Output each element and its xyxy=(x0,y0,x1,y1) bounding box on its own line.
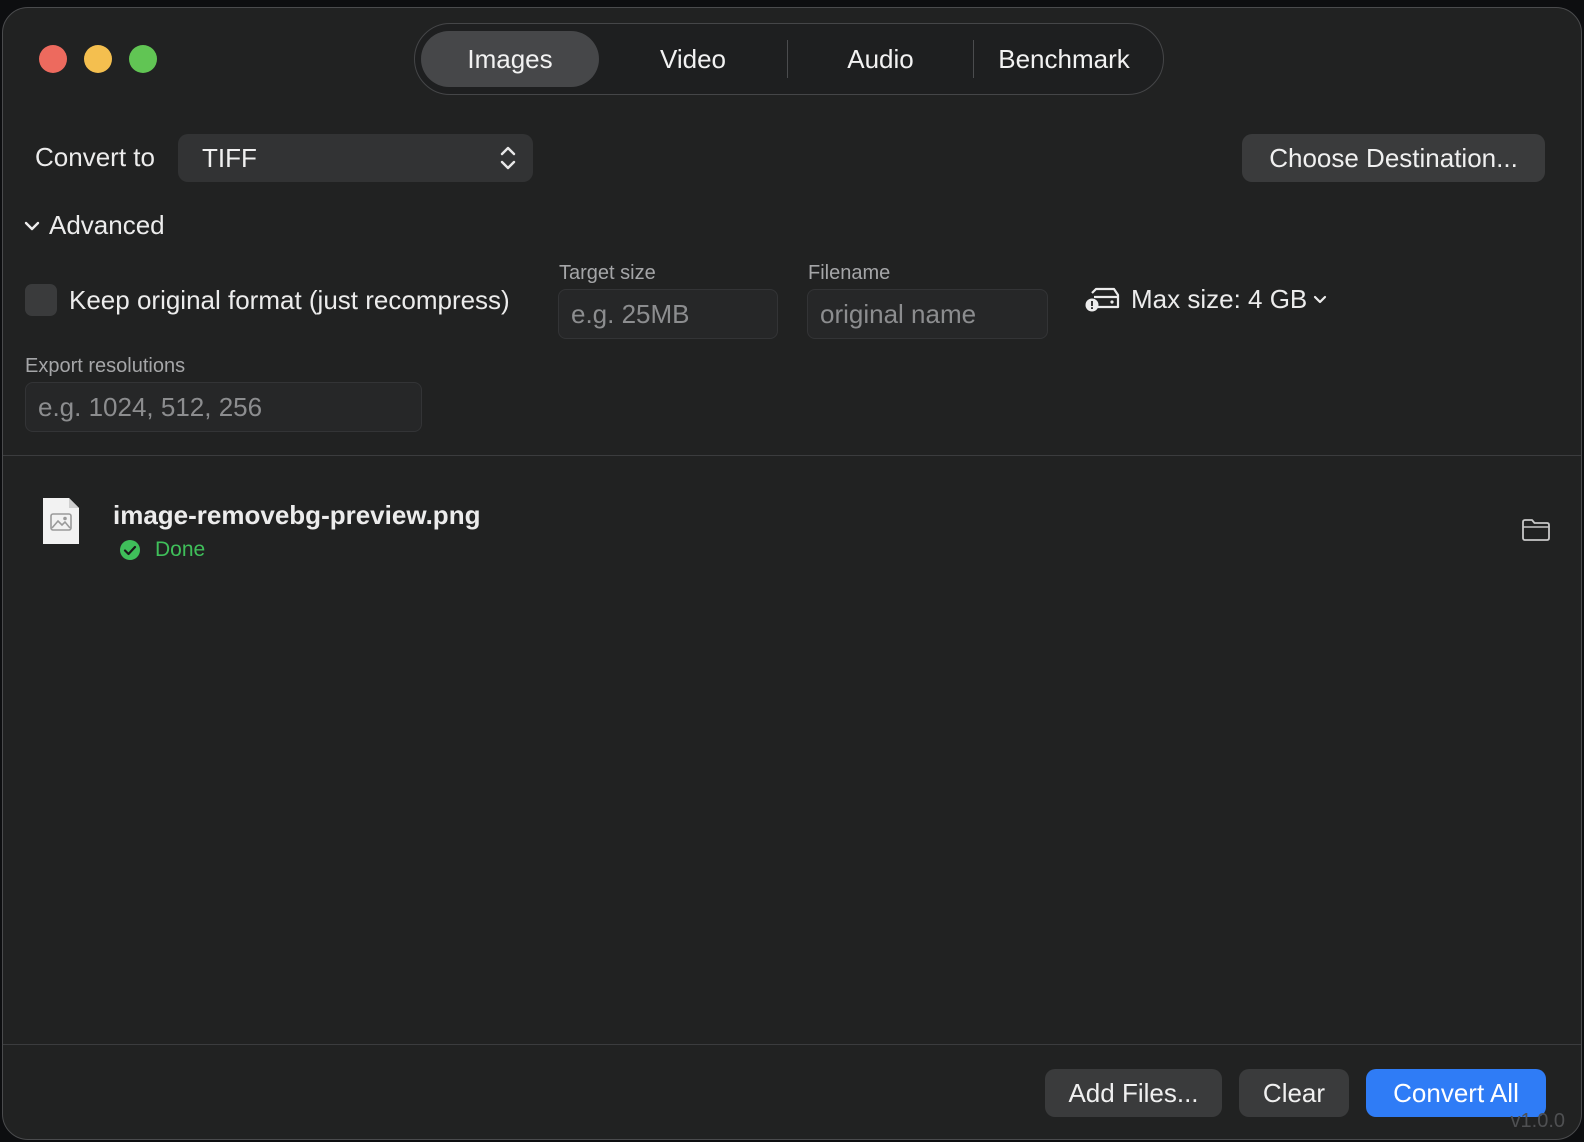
advanced-disclosure[interactable]: Advanced xyxy=(23,210,165,241)
window-controls xyxy=(39,45,157,73)
filename-placeholder: original name xyxy=(820,298,977,329)
footer-divider xyxy=(3,1044,1581,1045)
minimize-window-button[interactable] xyxy=(84,45,112,73)
keep-original-checkbox[interactable] xyxy=(25,284,57,316)
checkmark-circle-icon xyxy=(120,540,140,560)
close-window-button[interactable] xyxy=(39,45,67,73)
max-size-label: Max size: 4 GB xyxy=(1131,284,1308,314)
tab-video[interactable]: Video xyxy=(599,31,787,87)
keep-original-label: Keep original format (just recompress) xyxy=(69,284,510,315)
target-size-placeholder: e.g. 25MB xyxy=(571,298,690,329)
advanced-label: Advanced xyxy=(49,210,165,240)
tab-benchmark[interactable]: Benchmark xyxy=(974,31,1154,87)
clear-button[interactable]: Clear xyxy=(1239,1069,1349,1117)
section-divider xyxy=(3,455,1581,456)
app-window: Images Video Audio Benchmark Convert to … xyxy=(2,7,1582,1140)
maximize-window-button[interactable] xyxy=(129,45,157,73)
export-resolutions-label: Export resolutions xyxy=(25,355,186,377)
chevron-down-icon xyxy=(24,221,40,230)
filename-label: Filename xyxy=(808,262,891,284)
export-resolutions-placeholder: e.g. 1024, 512, 256 xyxy=(38,391,263,422)
file-name: image-removebg-preview.png xyxy=(113,500,481,530)
version-label: v1.0.0 xyxy=(1510,1110,1565,1132)
image-file-icon xyxy=(43,498,79,544)
keep-original-row: Keep original format (just recompress) xyxy=(25,284,510,316)
mode-tabs: Images Video Audio Benchmark xyxy=(414,23,1164,95)
target-size-input[interactable]: e.g. 25MB xyxy=(558,289,778,339)
list-item[interactable]: image-removebg-preview.png Done xyxy=(41,496,1551,561)
target-size-label: Target size xyxy=(559,262,656,284)
format-select[interactable]: TIFF xyxy=(178,134,533,182)
file-status-label: Done xyxy=(155,538,206,561)
file-status: Done xyxy=(119,538,205,562)
convert-to-label: Convert to xyxy=(35,142,155,172)
chevron-down-icon xyxy=(1314,295,1327,303)
tab-images[interactable]: Images xyxy=(421,31,599,87)
folder-icon[interactable] xyxy=(1521,518,1551,542)
up-down-chevron-icon xyxy=(500,146,516,170)
add-files-button[interactable]: Add Files... xyxy=(1045,1069,1222,1117)
filename-input[interactable]: original name xyxy=(807,289,1048,339)
format-select-value: TIFF xyxy=(202,142,257,173)
max-size-menu[interactable]: Max size: 4 GB xyxy=(1085,284,1327,315)
export-resolutions-input[interactable]: e.g. 1024, 512, 256 xyxy=(25,382,422,432)
tab-audio[interactable]: Audio xyxy=(788,31,973,87)
drive-warning-icon xyxy=(1085,287,1120,311)
choose-destination-button[interactable]: Choose Destination... xyxy=(1242,134,1545,182)
